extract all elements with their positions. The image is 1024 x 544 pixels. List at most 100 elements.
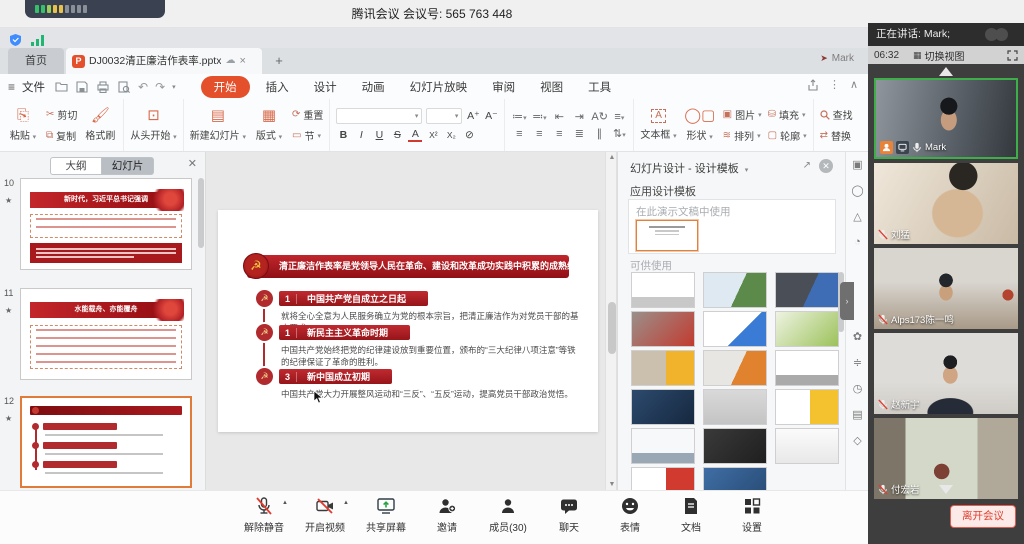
font-family-select[interactable]: ▾ bbox=[336, 108, 422, 124]
effects-pane-icon[interactable]: ✿ bbox=[846, 330, 869, 343]
caret-up-icon[interactable]: ▲ bbox=[282, 500, 288, 506]
invite-button[interactable]: 邀请 bbox=[421, 496, 473, 534]
scroll-videos-down[interactable] bbox=[939, 485, 953, 494]
close-panel-icon[interactable]: ✕ bbox=[819, 159, 833, 173]
quickbar-more-icon[interactable]: ▾ bbox=[172, 83, 176, 91]
slide-item-heading[interactable]: 1中国共产党自成立之日起 bbox=[279, 291, 428, 306]
strikethrough-button[interactable]: S bbox=[390, 129, 404, 141]
section-button[interactable]: ▭节 ▾ bbox=[292, 128, 323, 143]
undo-icon[interactable]: ↶ bbox=[138, 80, 148, 94]
unmute-button[interactable]: 解除静音 ▲ bbox=[238, 496, 290, 534]
text-direction-icon[interactable]: A↻ bbox=[591, 110, 607, 123]
copy-button[interactable]: ⧉复制 bbox=[46, 128, 77, 143]
design-template-thumb[interactable] bbox=[631, 389, 695, 425]
chevron-down-icon[interactable]: ▾ bbox=[745, 167, 749, 174]
leave-meeting-button[interactable]: 离开会议 bbox=[950, 505, 1016, 528]
tab-outline[interactable]: 大纲 bbox=[50, 157, 102, 175]
slide-canvas[interactable]: ☭ 清正廉洁作表率是党领导人民在革命、建设和改革成功实践中积累的成熟经验 ☭ 1… bbox=[206, 152, 605, 490]
play-from-start-button[interactable]: ⊡从头开始 ▾ bbox=[130, 108, 176, 142]
decrease-indent-icon[interactable]: ⇤ bbox=[551, 110, 567, 123]
share-screen-button[interactable]: 共享屏幕 bbox=[360, 496, 412, 534]
color-scheme-icon[interactable]: △ bbox=[846, 210, 869, 223]
increase-font-icon[interactable]: A⁺ bbox=[466, 110, 480, 122]
paste-button[interactable]: ⎘粘贴 ▾ bbox=[6, 108, 40, 142]
reset-button[interactable]: ⟳重置 bbox=[292, 107, 323, 122]
slide-thumbnail-12-selected[interactable] bbox=[20, 396, 192, 488]
collapse-icon[interactable]: ▣ bbox=[846, 158, 869, 171]
menu-review[interactable]: 审阅 bbox=[483, 77, 524, 97]
format-painter-button[interactable]: 🖌格式刷 bbox=[83, 108, 117, 142]
menu-start[interactable]: 开始 bbox=[201, 76, 250, 98]
columns-icon[interactable]: ∥ bbox=[591, 127, 607, 140]
fill-button[interactable]: ⛁填充 ▾ bbox=[768, 107, 807, 122]
menu-slideshow[interactable]: 幻灯片放映 bbox=[401, 77, 477, 97]
slides-panel-scrollbar[interactable] bbox=[198, 178, 204, 248]
justify-icon[interactable]: ≣ bbox=[571, 127, 587, 140]
subscript-button[interactable]: X₂ bbox=[444, 130, 458, 140]
panel-handle[interactable]: › bbox=[840, 282, 854, 320]
video-tile-mark[interactable]: Mark bbox=[874, 78, 1018, 159]
shapes-button[interactable]: ◯▢形状 ▾ bbox=[683, 108, 717, 142]
bold-button[interactable]: B bbox=[336, 129, 350, 141]
scrollbar-thumb[interactable] bbox=[608, 302, 616, 354]
design-template-thumb[interactable] bbox=[631, 272, 695, 308]
switch-view-button[interactable]: ▦切换视图 bbox=[913, 48, 965, 63]
share-icon[interactable] bbox=[807, 79, 819, 91]
hamburger-icon[interactable]: ≡ bbox=[8, 80, 15, 94]
clear-format-icon[interactable]: ⊘ bbox=[462, 129, 476, 141]
design-template-thumb[interactable] bbox=[631, 311, 695, 347]
save-icon[interactable] bbox=[75, 80, 89, 94]
properties-pane-icon[interactable]: ≑ bbox=[846, 356, 869, 369]
print-preview-icon[interactable] bbox=[117, 80, 131, 94]
new-slide-button[interactable]: ▤新建幻灯片 ▾ bbox=[190, 108, 246, 142]
video-tile[interactable]: Alps173陈一鸣 bbox=[874, 248, 1018, 329]
menu-animation[interactable]: 动画 bbox=[353, 77, 394, 97]
layout-button[interactable]: ▦版式 ▾ bbox=[252, 108, 286, 142]
design-template-thumb[interactable] bbox=[703, 272, 767, 308]
design-template-thumb[interactable] bbox=[703, 428, 767, 464]
tab-home[interactable]: 首页 bbox=[8, 48, 64, 74]
picture-button[interactable]: ▣图片 ▾ bbox=[723, 107, 762, 122]
current-template-thumb[interactable] bbox=[636, 220, 698, 251]
align-left-icon[interactable]: ≡ bbox=[511, 128, 527, 140]
menu-design[interactable]: 设计 bbox=[305, 77, 346, 97]
menu-view[interactable]: 视图 bbox=[531, 77, 572, 97]
align-right-icon[interactable]: ≡ bbox=[551, 128, 567, 140]
menu-tools[interactable]: 工具 bbox=[579, 77, 620, 97]
media-pane-icon[interactable]: ▤ bbox=[846, 408, 869, 421]
design-template-thumb[interactable] bbox=[775, 272, 839, 308]
settings-button[interactable]: 设置 bbox=[726, 496, 778, 534]
tab-document[interactable]: P DJ0032清正廉洁作表率.pptx ☁ × bbox=[66, 48, 262, 74]
design-template-thumb[interactable] bbox=[631, 428, 695, 464]
more-pane-icon[interactable]: ◇ bbox=[846, 434, 869, 447]
slide-item-heading[interactable]: 1新民主主义革命时期 bbox=[279, 325, 410, 340]
design-template-thumb[interactable] bbox=[703, 311, 767, 347]
align-objects-icon[interactable]: ⇅▾ bbox=[611, 127, 627, 140]
menu-insert[interactable]: 插入 bbox=[257, 77, 298, 97]
design-template-thumb[interactable] bbox=[775, 311, 839, 347]
design-template-thumb[interactable] bbox=[631, 350, 695, 386]
decrease-font-icon[interactable]: A⁻ bbox=[484, 110, 498, 122]
start-video-button[interactable]: 开启视频 ▲ bbox=[299, 496, 351, 534]
video-tile[interactable]: 赵新宇 bbox=[874, 333, 1018, 414]
fullscreen-icon[interactable] bbox=[1007, 50, 1018, 61]
design-template-thumb[interactable] bbox=[775, 428, 839, 464]
arrange-button[interactable]: ≋排列 ▾ bbox=[723, 128, 762, 143]
design-template-thumb[interactable] bbox=[775, 389, 839, 425]
history-pane-icon[interactable]: ◷ bbox=[846, 382, 869, 395]
canvas-scrollbar[interactable]: ▲ ▼ bbox=[605, 152, 617, 490]
font-size-select[interactable]: ▾ bbox=[426, 108, 462, 124]
italic-button[interactable]: I bbox=[354, 129, 368, 141]
print-icon[interactable] bbox=[96, 80, 110, 94]
redo-icon[interactable]: ↷ bbox=[155, 80, 165, 94]
scroll-videos-up[interactable] bbox=[939, 67, 953, 76]
close-tab-icon[interactable]: × bbox=[239, 48, 245, 74]
superscript-button[interactable]: X² bbox=[426, 130, 440, 140]
more-menu-icon[interactable]: ⋮ bbox=[829, 78, 840, 91]
slide-title-banner[interactable]: ☭ 清正廉洁作表率是党领导人民在革命、建设和改革成功实践中积累的成熟经验 bbox=[247, 255, 569, 278]
cut-button[interactable]: ✂剪切 bbox=[46, 107, 77, 122]
increase-indent-icon[interactable]: ⇥ bbox=[571, 110, 587, 123]
numbered-list-icon[interactable]: ≕▾ bbox=[531, 110, 547, 123]
close-panel-icon[interactable]: ✕ bbox=[188, 157, 197, 170]
bullet-list-icon[interactable]: ≔▾ bbox=[511, 110, 527, 123]
